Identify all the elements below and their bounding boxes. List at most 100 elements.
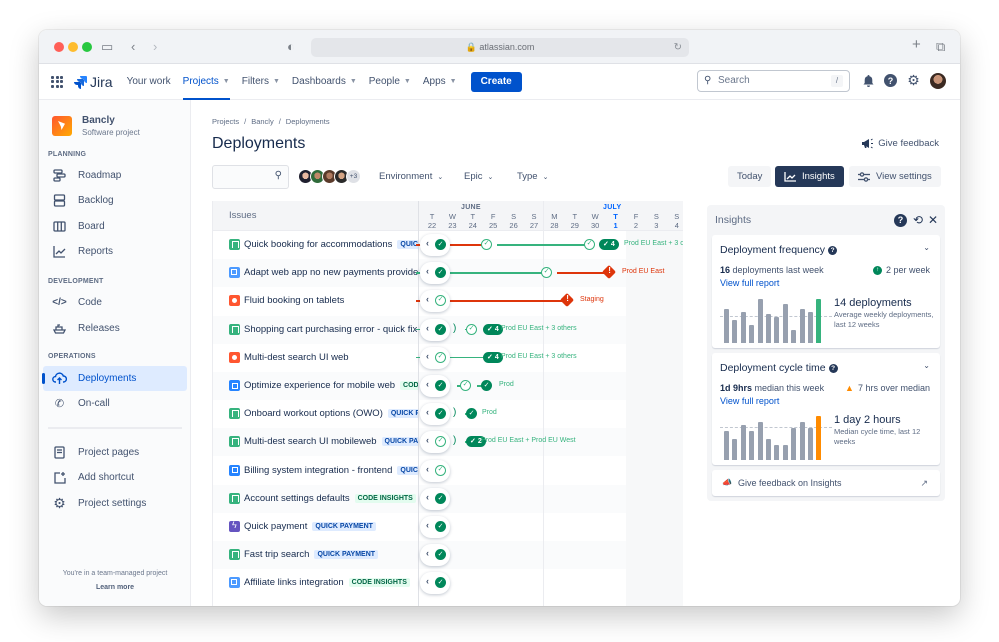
close-icon[interactable]: ✕ (928, 213, 938, 227)
chevron-down-icon[interactable]: ⌄ (923, 361, 930, 370)
deployment-history-toggle[interactable]: ‹ ✓ (420, 516, 450, 538)
create-button[interactable]: Create (470, 71, 522, 92)
view-settings-button[interactable]: View settings (849, 166, 941, 187)
timeline-row[interactable]: ‹ ✓ (419, 513, 683, 541)
search-input[interactable]: ⚲ Search / (697, 70, 850, 92)
issue-search-input[interactable]: ⚲ (212, 165, 289, 189)
close-window-button[interactable] (54, 42, 64, 52)
issue-summary[interactable]: Fluid booking on tablets (244, 295, 344, 306)
sidebar-item-project-pages[interactable]: Project pages (43, 440, 187, 465)
sidebar-item-add-shortcut[interactable]: Add shortcut (43, 465, 187, 490)
sidebar-item-roadmap[interactable]: Roadmap (43, 163, 187, 188)
sidebar-item-releases[interactable]: Releases (43, 316, 187, 341)
reload-icon[interactable]: ↻ (674, 38, 682, 57)
deployment-history-toggle[interactable]: ‹ ✓ (420, 346, 450, 369)
timeline-row[interactable]: ‹ ✓ (419, 541, 683, 569)
issue-summary[interactable]: Multi-dest search UI mobilewebQUICK PAYM… (244, 436, 418, 447)
breadcrumb-projects[interactable]: Projects (212, 117, 239, 126)
issue-summary[interactable]: Billing system integration - frontend QUI… (244, 465, 418, 476)
issue-summary[interactable]: Account settings defaults CODE INSIGHTS (244, 493, 416, 504)
learn-more-link[interactable]: Learn more (39, 584, 191, 591)
project-header[interactable]: Bancly Software project (52, 115, 140, 137)
deployment-history-toggle[interactable]: ‹ ✓ (420, 234, 450, 256)
nav-apps[interactable]: Apps ▼ (423, 64, 457, 100)
tabs-overview-icon[interactable]: ⧉ (936, 39, 945, 55)
issue-summary[interactable]: Onboard workout options (OWO)QUICK PAYME… (244, 408, 418, 419)
app-switcher-icon[interactable] (51, 75, 63, 88)
sidebar-item-deployments[interactable]: Deployments (42, 366, 187, 391)
nav-projects[interactable]: Projects ▼ (182, 64, 230, 100)
deployment-history-toggle[interactable]: ‹ ✓ (420, 318, 450, 341)
environment-filter[interactable]: Environment ⌄ (379, 171, 443, 182)
sidebar-toggle-icon[interactable]: ▭ (101, 39, 113, 55)
issue-summary[interactable]: Fast trip search QUICK PAYMENT (244, 549, 379, 560)
issue-summary[interactable]: Optimize experience for mobile webCODE I… (244, 380, 418, 391)
deployment-history-toggle[interactable]: ‹ ✓ (420, 572, 450, 595)
nav-your-work[interactable]: Your work (127, 64, 171, 100)
timeline-row[interactable]: ‹ ✓ (419, 485, 683, 513)
deployment-history-toggle[interactable]: ‹ ✓ (420, 262, 450, 285)
insights-button[interactable]: Insights (775, 166, 844, 187)
type-filter[interactable]: Type ⌄ (517, 171, 548, 182)
timeline-area[interactable]: T 22 W 23 T 24 F 25 S 26 S 27 M 28 T 29 W 30 T 1 F 2 S 3 S 4 JUNE J… (416, 201, 683, 606)
insights-feedback-button[interactable]: 📣 Give feedback on Insights ↗ (712, 470, 940, 496)
sidebar-item-reports[interactable]: Reports (43, 239, 187, 264)
help-icon[interactable]: ? (884, 74, 897, 87)
timeline-row[interactable]: ‹ ✓ ✓ 4 Prod EU East + 3 others (416, 344, 683, 372)
user-avatar[interactable] (930, 73, 946, 89)
deployment-history-toggle[interactable]: ‹ ✓ (420, 459, 450, 482)
sidebar-item-code[interactable]: </> Code (43, 290, 187, 315)
issue-summary[interactable]: Shopping cart purchasing error - quick f… (244, 324, 417, 335)
issue-summary[interactable]: Multi-dest search UI web (244, 352, 349, 363)
refresh-icon[interactable]: ⟲ (913, 213, 923, 227)
view-full-report-link[interactable]: View full report (720, 396, 779, 406)
nav-filters[interactable]: Filters ▼ (242, 64, 280, 100)
deployment-history-toggle[interactable]: ‹ ✓ (420, 431, 450, 454)
timeline-row[interactable]: ‹ ✓) ✓ 2 Prod EU East + Prod EU West (419, 428, 683, 456)
deployment-history-toggle[interactable]: ‹ ✓ (420, 403, 450, 426)
give-feedback-button[interactable]: Give feedback (861, 138, 939, 149)
url-bar[interactable]: 🔒 atlassian.com ↻ (311, 38, 689, 57)
minimize-window-button[interactable] (68, 42, 78, 52)
maximize-window-button[interactable] (82, 42, 92, 52)
sidebar-item-board[interactable]: Board (43, 214, 187, 239)
issue-summary[interactable]: Quick payment QUICK PAYMENT (244, 521, 376, 532)
help-icon[interactable]: ? (828, 246, 838, 255)
jira-logo[interactable]: Jira (73, 74, 113, 90)
view-full-report-link[interactable]: View full report (720, 278, 779, 288)
timeline-row[interactable]: ‹ ✓) ✓ Prod (419, 400, 683, 428)
timeline-row[interactable]: ‹✓✓✓✓ 4Prod EU East + 3 others (416, 231, 683, 259)
timeline-row[interactable]: ‹ ✓ (419, 569, 683, 597)
timeline-row[interactable]: ‹✓Staging (416, 287, 683, 315)
deployment-history-toggle[interactable]: ‹ ✓ (420, 290, 450, 313)
issue-summary[interactable]: Affiliate links integration CODE INSIGHTS (244, 577, 410, 588)
timeline-row[interactable]: ‹ ✓ ✓ ✓ Prod (419, 372, 683, 400)
nav-dashboards[interactable]: Dashboards ▼ (292, 64, 357, 100)
issue-summary[interactable]: Adapt web app no new payments provider (244, 267, 418, 278)
back-icon[interactable]: ‹ (131, 39, 135, 54)
more-assignees[interactable]: +3 (346, 169, 361, 184)
today-button[interactable]: Today (728, 166, 772, 187)
sidebar-item-oncall[interactable]: ✆ On-call (43, 391, 187, 416)
timeline-day-header: S4 (674, 212, 680, 230)
epic-filter[interactable]: Epic ⌄ (464, 171, 493, 182)
new-tab-icon[interactable]: + (912, 36, 921, 53)
deployment-history-toggle[interactable]: ‹ ✓ (420, 487, 450, 510)
forward-icon[interactable]: › (153, 39, 157, 54)
timeline-row[interactable]: ‹ ✓) ✓ ✓ 4 Prod EU East + 3 others (416, 316, 683, 344)
notifications-bell-icon[interactable] (861, 73, 876, 88)
chevron-down-icon[interactable]: ⌄ (923, 243, 930, 252)
breadcrumb-deployments[interactable]: Deployments (286, 117, 330, 126)
help-icon[interactable]: ? (894, 214, 907, 227)
issue-summary[interactable]: Quick booking for accommodationsQUICK PA… (244, 239, 418, 250)
breadcrumb-bancly[interactable]: Bancly (251, 117, 274, 126)
nav-people[interactable]: People ▼ (369, 64, 411, 100)
timeline-row[interactable]: ‹ ✓ (419, 457, 683, 485)
deployment-history-toggle[interactable]: ‹ ✓ (420, 375, 450, 397)
timeline-row[interactable]: ‹✓✓Prod EU East (416, 259, 683, 287)
sidebar-item-backlog[interactable]: Backlog (43, 188, 187, 213)
deployment-history-toggle[interactable]: ‹ ✓ (420, 544, 450, 567)
help-icon[interactable]: ? (828, 364, 838, 373)
sidebar-item-project-settings[interactable]: ⚙ Project settings (43, 491, 187, 516)
settings-gear-icon[interactable]: ⚙ (906, 72, 921, 88)
